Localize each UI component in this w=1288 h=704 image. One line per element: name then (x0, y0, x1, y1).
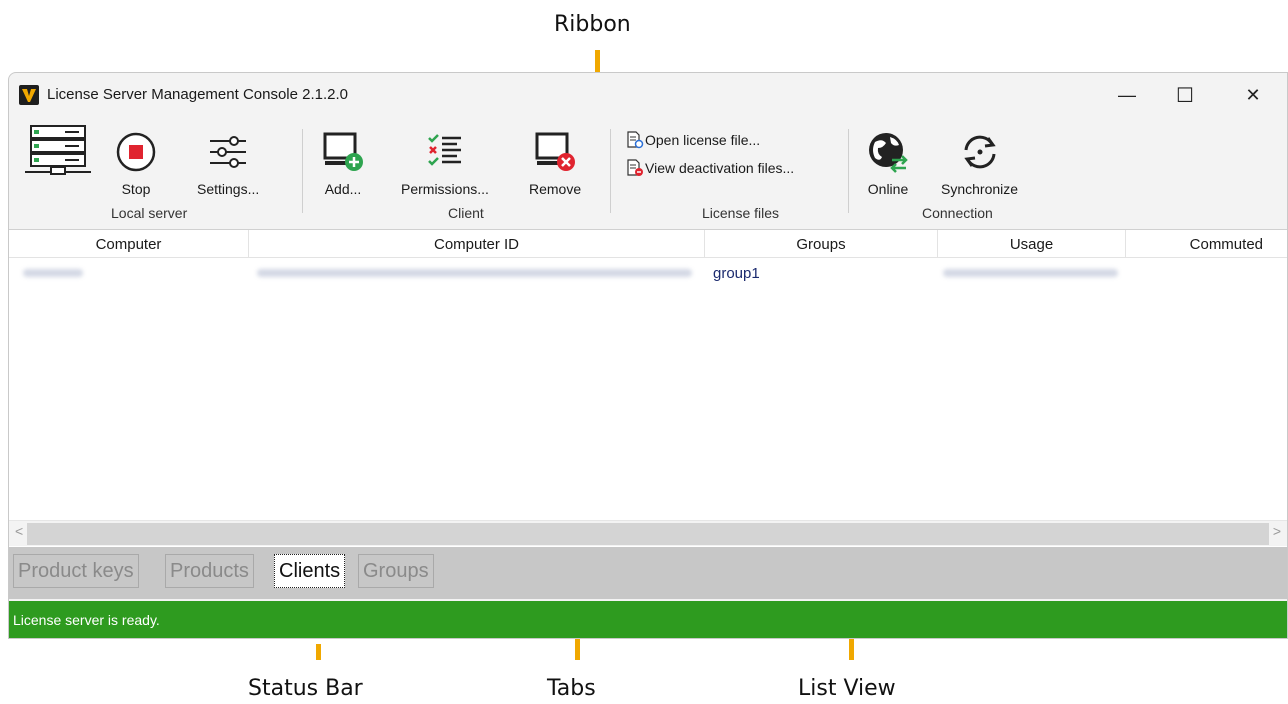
column-header-commuted[interactable]: Commuted (1126, 230, 1287, 258)
status-bar-annotation-line (316, 644, 321, 660)
open-file-icon (626, 131, 644, 149)
globe-online-icon (866, 129, 910, 175)
ribbon: Stop Settings... Local server Add... Per… (9, 117, 1287, 229)
stop-icon (115, 129, 157, 175)
table-row[interactable]: group1 (9, 258, 1287, 288)
status-text: License server is ready. (13, 612, 160, 628)
scrollbar-thumb[interactable] (27, 523, 1269, 545)
cell-usage-redacted (943, 258, 1123, 288)
settings-sliders-icon (206, 129, 250, 175)
ribbon-annotation-label: Ribbon (554, 12, 631, 37)
local-server-group-label: Local server (111, 205, 188, 221)
tab-clients[interactable]: Clients (274, 554, 346, 588)
ribbon-separator (610, 129, 611, 213)
title-bar: License Server Management Console 2.1.2.… (9, 73, 1287, 117)
add-computer-icon (321, 129, 365, 175)
scroll-right-icon[interactable]: > (1273, 523, 1281, 539)
tabs-annotation-label: Tabs (547, 676, 596, 701)
scroll-left-icon[interactable]: < (15, 523, 23, 539)
online-label: Online (867, 181, 909, 197)
ribbon-separator (848, 129, 849, 213)
list-header: Computer Computer ID Groups Usage Commut… (9, 230, 1287, 258)
list-view-annotation-label: List View (798, 676, 896, 701)
status-bar-annotation-label: Status Bar (248, 676, 363, 701)
add-label: Add... (324, 181, 362, 197)
status-bar: License server is ready. (9, 601, 1287, 638)
license-files-group-label: License files (702, 205, 780, 221)
view-deactivation-files-button[interactable]: View deactivation files... (626, 159, 794, 177)
column-header-computer-id[interactable]: Computer ID (249, 230, 705, 258)
permissions-checklist-icon (423, 129, 467, 175)
stop-label: Stop (121, 181, 151, 197)
server-icon (23, 125, 93, 175)
stop-button[interactable]: Stop (115, 129, 157, 197)
tab-products[interactable]: Products (165, 554, 254, 588)
permissions-label: Permissions... (401, 181, 489, 197)
remove-client-button[interactable]: Remove (529, 129, 581, 197)
connection-group-label: Connection (922, 205, 993, 221)
tabs-bar: Product keys Products Clients Groups (9, 547, 1287, 599)
column-header-computer[interactable]: Computer (9, 230, 249, 258)
remove-computer-icon (533, 129, 577, 175)
remove-label: Remove (529, 181, 582, 197)
ribbon-separator (302, 129, 303, 213)
view-deactivation-icon (626, 159, 644, 177)
minimize-button[interactable]: — (1097, 73, 1157, 117)
app-window: License Server Management Console 2.1.2.… (8, 72, 1288, 639)
client-group-label: Client (448, 205, 484, 221)
cell-computer-redacted (23, 258, 93, 288)
add-client-button[interactable]: Add... (321, 129, 365, 197)
settings-button[interactable]: Settings... (197, 129, 259, 197)
cell-groups: group1 (713, 264, 760, 282)
column-header-usage[interactable]: Usage (938, 230, 1126, 258)
window-title: License Server Management Console 2.1.2.… (47, 86, 349, 103)
list-view[interactable]: Computer Computer ID Groups Usage Commut… (9, 229, 1287, 547)
open-license-file-button[interactable]: Open license file... (626, 131, 760, 149)
open-license-file-label: Open license file... (645, 132, 761, 148)
online-button[interactable]: Online (866, 129, 910, 197)
server-button[interactable] (23, 125, 93, 175)
cell-computer-id-redacted (257, 258, 697, 288)
column-header-groups[interactable]: Groups (705, 230, 938, 258)
horizontal-scrollbar[interactable]: < > (9, 520, 1287, 546)
app-logo-icon (19, 85, 39, 105)
tab-product-keys[interactable]: Product keys (13, 554, 139, 588)
synchronize-label: Synchronize (941, 181, 1019, 197)
close-button[interactable]: ✕ (1223, 73, 1283, 117)
settings-label: Settings... (197, 181, 260, 197)
synchronize-button[interactable]: Synchronize (941, 129, 1018, 197)
synchronize-icon (958, 129, 1002, 175)
permissions-button[interactable]: Permissions... (401, 129, 489, 197)
maximize-button[interactable]: ☐ (1155, 73, 1215, 117)
tab-groups[interactable]: Groups (358, 554, 434, 588)
view-deactivation-files-label: View deactivation files... (645, 160, 795, 176)
